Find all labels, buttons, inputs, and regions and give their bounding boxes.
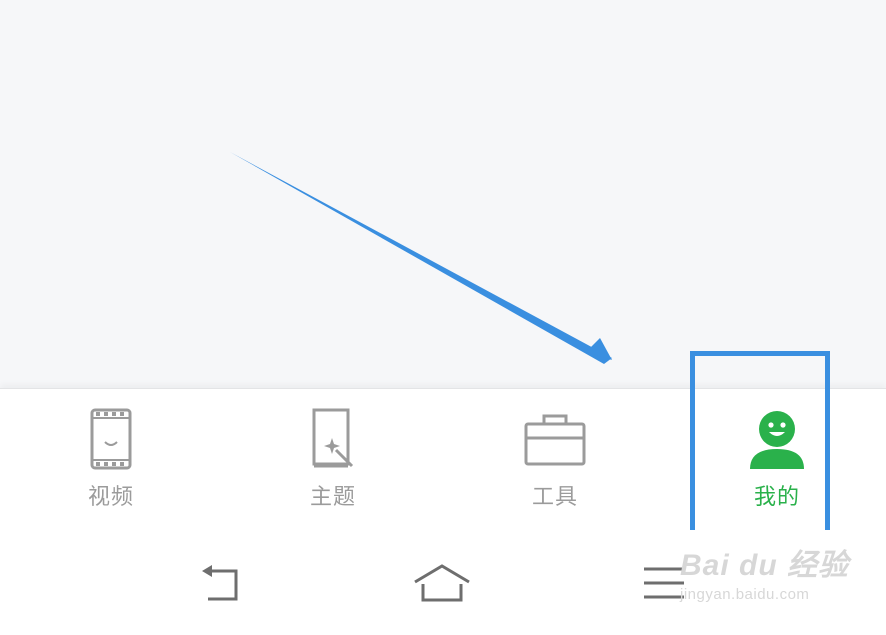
tab-label: 视频: [87, 485, 134, 510]
watermark-url: jingyan.baidu.com: [680, 586, 810, 603]
tab-label: 工具: [531, 485, 578, 510]
watermark-brand: Bai du 经验: [680, 549, 850, 582]
tab-video[interactable]: 视频: [0, 389, 222, 531]
toolbox-icon: [523, 407, 587, 471]
tab-label: 主题: [309, 485, 356, 510]
annotation-highlight-box: [690, 351, 830, 535]
tab-tools[interactable]: 工具: [444, 389, 666, 531]
tab-theme[interactable]: 主题: [222, 389, 444, 531]
back-button[interactable]: [190, 560, 250, 610]
home-button[interactable]: [412, 560, 472, 610]
home-icon: [411, 562, 473, 608]
baidu-jingyan-watermark: Bai du 经验 jingyan.baidu.com: [680, 540, 880, 620]
video-phone-icon: [79, 407, 143, 471]
theme-book-icon: [301, 407, 365, 471]
back-icon: [196, 563, 244, 607]
